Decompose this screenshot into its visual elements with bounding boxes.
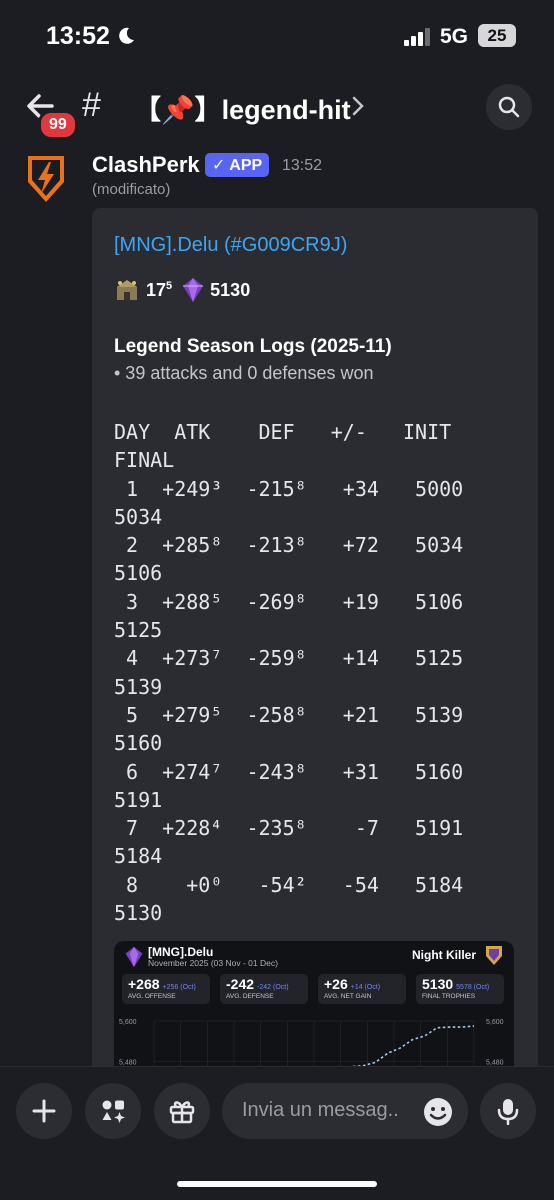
town-hall-value: 17 (146, 279, 167, 300)
stat-compare: +14 (Oct) (350, 984, 381, 991)
y-tick-label: 5,600 (486, 1019, 504, 1026)
town-hall-sup: 5 (166, 279, 173, 292)
shield-icon (486, 946, 502, 965)
message-input[interactable]: Invia un messag.. (222, 1083, 468, 1139)
log-line: 5130 (114, 901, 163, 926)
stat-label: AVG. NET GAIN (324, 993, 372, 1000)
stat-value: -242 (226, 976, 255, 992)
stat-value: 5130 (422, 976, 454, 992)
moon-icon (119, 27, 134, 44)
voice-message-button[interactable] (480, 1083, 536, 1139)
stat-avg-defense: -242 -242 (Oct) AVG. DEFENSE (220, 974, 308, 1004)
log-line: 5139 (114, 674, 163, 699)
chart-period: November 2025 (03 Nov - 01 Dec) (148, 958, 278, 968)
stat-label: AVG. DEFENSE (226, 993, 274, 1000)
message-timestamp: 13:52 (282, 157, 323, 174)
log-line: 1 +249³ -215⁸ +34 5000 (114, 476, 464, 501)
log-line: 4 +273⁷ -259⁸ +14 5125 (114, 646, 464, 671)
log-line: 8 +0⁰ -54² -54 5184 (114, 872, 464, 897)
log-line: 5034 (114, 504, 163, 529)
stat-avg-offense: +268 +256 (Oct) AVG. OFFENSE (122, 974, 210, 1004)
stat-compare: +256 (Oct) (162, 984, 196, 991)
log-line: 5160 (114, 731, 163, 756)
add-attachment-button[interactable] (16, 1083, 72, 1139)
stat-value: +268 (128, 976, 160, 992)
log-line: 6 +274⁷ -243⁸ +31 5160 (114, 759, 464, 784)
log-line: 5 +279⁵ -258⁸ +21 5139 (114, 702, 464, 727)
log-line: 5184 (114, 844, 163, 869)
town-hall-icon (117, 280, 137, 300)
season-log-table: DAY ATK DEF +/- INIT FINAL 1 +249³ -215⁸… (114, 418, 463, 927)
apps-button[interactable] (85, 1083, 141, 1139)
stat-compare: 5578 (Oct) (456, 984, 490, 991)
chevron-right-icon[interactable] (350, 94, 366, 118)
log-line: FINAL (114, 448, 175, 473)
hashtag-icon: # (82, 86, 101, 124)
app-tag: ✓ APP (205, 153, 270, 177)
legend-trophy-icon (125, 946, 143, 968)
logs-section-title: Legend Season Logs (2025-11) (114, 336, 392, 357)
log-line: DAY ATK DEF +/- INIT (114, 420, 452, 444)
log-line: 5125 (114, 618, 163, 643)
stat-value: +26 (324, 976, 348, 992)
avatar[interactable] (24, 152, 68, 204)
log-line: 2 +285⁸ -213⁸ +72 5034 (114, 533, 464, 558)
stat-label: AVG. OFFENSE (128, 993, 176, 1000)
microphone-icon (497, 1099, 519, 1125)
stat-label: FINAL TROPHIES (422, 993, 476, 1000)
gift-button[interactable] (154, 1083, 210, 1139)
edited-label: (modificato) (92, 181, 171, 198)
y-tick-label: 5,600 (119, 1019, 137, 1026)
home-indicator (177, 1181, 377, 1187)
log-line: 5106 (114, 561, 163, 586)
town-hall-level: 175 (146, 280, 172, 301)
battery-indicator: 25 (478, 24, 516, 47)
emoji-icon[interactable] (422, 1096, 454, 1128)
embed-title-link[interactable]: [MNG].Delu (#G009CR9J) (114, 234, 347, 257)
status-time: 13:52 (46, 22, 110, 50)
network-label: 5G (440, 25, 469, 48)
legend-trophy-icon (183, 278, 204, 302)
log-line: 3 +288⁵ -269⁸ +19 5106 (114, 589, 464, 614)
stat-final-trophies: 5130 5578 (Oct) FINAL TROPHIES (416, 974, 504, 1004)
message-input-placeholder: Invia un messag.. (242, 1099, 399, 1121)
stat-compare: -242 (Oct) (257, 984, 289, 991)
message-author[interactable]: ClashPerk (92, 152, 200, 178)
apps-icon (102, 1100, 125, 1123)
chart-player-name: [MNG].Delu (148, 945, 214, 959)
channel-title[interactable]: 【📌】legend-hit (134, 88, 351, 127)
search-button[interactable] (486, 84, 532, 130)
log-line: 7 +228⁴ -235⁸ -7 5191 (114, 816, 464, 841)
chart-rank-title: Night Killer (412, 948, 477, 962)
signal-icon (404, 28, 430, 46)
plus-icon (32, 1099, 56, 1123)
gift-icon (169, 1101, 195, 1124)
channel-header: 99 # 【📌】legend-hit (0, 72, 554, 142)
stat-avg-net-gain: +26 +14 (Oct) AVG. NET GAIN (318, 974, 406, 1004)
status-bar: 13:52 5G 25 (0, 0, 554, 72)
trophy-count: 5130 (210, 279, 251, 300)
embed-card: [MNG].Delu (#G009CR9J) 175 5130 Legend S… (92, 208, 538, 1108)
search-icon (498, 96, 520, 118)
player-stats-row: 175 5130 (114, 276, 250, 304)
unread-badge: 99 (38, 110, 78, 140)
logs-summary: • 39 attacks and 0 defenses won (114, 363, 374, 383)
message-composer: Invia un messag.. (0, 1066, 554, 1200)
log-line: 5191 (114, 787, 163, 812)
